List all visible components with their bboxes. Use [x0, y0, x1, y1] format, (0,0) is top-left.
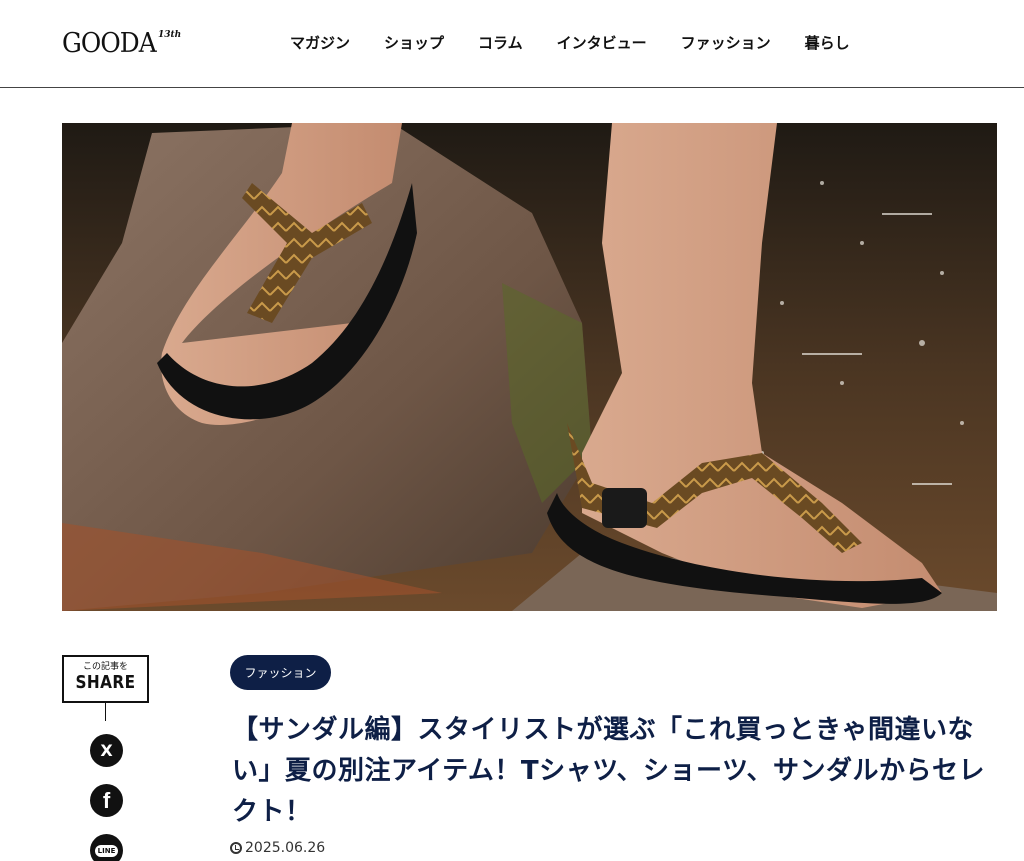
nav-item-column[interactable]: コラム — [478, 32, 523, 54]
share-big-text: SHARE — [75, 672, 136, 693]
hero-image — [62, 123, 997, 611]
share-label-box: この記事を SHARE — [62, 655, 149, 703]
line-share-button[interactable]: LINE — [90, 834, 123, 861]
nav-item-shop[interactable]: ショップ — [384, 32, 444, 54]
nav-item-magazine[interactable]: マガジン — [290, 32, 350, 54]
logo-text: GOODA — [62, 28, 157, 59]
nav-item-interview[interactable]: インタビュー — [557, 32, 647, 54]
main-nav: マガジン ショップ コラム インタビュー ファッション 暮らし — [290, 32, 850, 54]
publish-date: 2025.06.26 — [230, 840, 325, 856]
clock-icon — [230, 842, 242, 854]
category-badge[interactable]: ファッション — [230, 655, 331, 690]
x-icon: X — [100, 741, 113, 760]
x-share-button[interactable]: X — [90, 734, 123, 767]
nav-item-fashion[interactable]: ファッション — [681, 32, 771, 54]
site-logo[interactable]: GOODA 13th — [62, 28, 181, 60]
logo-superscript: 13th — [158, 30, 182, 40]
share-divider — [105, 703, 106, 721]
date-text: 2025.06.26 — [245, 840, 326, 856]
article-title: 【サンダル編】スタイリストが選ぶ「これ買っときゃ間違いない」夏の別注アイテム！T… — [232, 715, 985, 827]
site-header: GOODA 13th マガジン ショップ コラム インタビュー ファッション 暮… — [0, 0, 1024, 88]
hero-photo-illustration — [62, 123, 997, 611]
facebook-share-button[interactable]: f — [90, 784, 123, 817]
line-icon: LINE — [94, 844, 119, 857]
nav-item-living[interactable]: 暮らし — [805, 32, 850, 54]
facebook-icon: f — [102, 787, 111, 813]
